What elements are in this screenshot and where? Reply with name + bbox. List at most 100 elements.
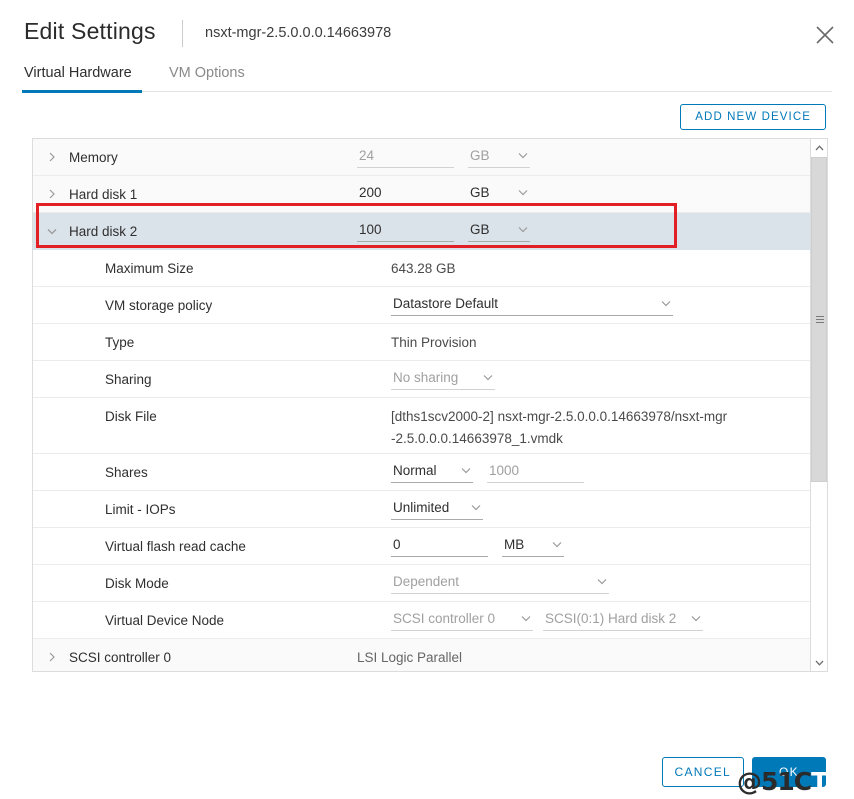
vm-storage-policy-select[interactable]: Datastore Default	[391, 294, 673, 316]
row-fields-vm-storage-policy: Datastore Default	[391, 294, 811, 316]
disk-mode-select[interactable]: Dependent	[391, 572, 609, 594]
maximum-size-value: 643.28 GB	[391, 260, 456, 276]
virtual-flash-read-cache-unit-select[interactable]: MB	[502, 535, 564, 557]
table-scrollbar[interactable]	[810, 139, 827, 671]
virtual-device-node-controller-value: SCSI controller 0	[393, 611, 496, 626]
row-fields-disk-file: [dths1scv2000-2] nsxt-mgr-2.5.0.0.0.1466…	[391, 406, 811, 450]
row-label-sharing: Sharing	[105, 371, 152, 387]
row-fields-shares: Normal 1000	[391, 461, 811, 483]
memory-unit-value: GB	[470, 148, 490, 163]
virtual-flash-read-cache-input[interactable]: 0	[391, 535, 488, 557]
shares-amount-input[interactable]: 1000	[487, 461, 584, 483]
chevron-down-icon	[518, 152, 528, 159]
vm-storage-policy-value: Datastore Default	[393, 296, 499, 311]
disk-file-value: [dths1scv2000-2] nsxt-mgr-2.5.0.0.0.1466…	[391, 409, 728, 446]
chevron-right-icon[interactable]	[47, 652, 69, 662]
virtual-hardware-table: Memory 24 GB Hard disk 1 200 GB Hard dis…	[32, 138, 828, 672]
table-row: Maximum Size 643.28 GB	[33, 250, 811, 287]
scsi-controller-0-value: LSI Logic Parallel	[357, 649, 463, 665]
row-fields-type: Thin Provision	[391, 335, 811, 350]
row-fields-hard-disk-2: 100 GB	[357, 220, 811, 242]
row-label-type: Type	[105, 334, 135, 350]
chevron-down-icon	[521, 615, 531, 622]
chevron-down-icon[interactable]	[47, 228, 69, 235]
page-title: Edit Settings	[24, 18, 156, 44]
row-label-disk-mode: Disk Mode	[105, 575, 169, 591]
tab-bar-rule	[22, 91, 832, 92]
limit-iops-value: Unlimited	[393, 500, 450, 515]
hard-disk-2-unit-select[interactable]: GB	[468, 220, 530, 242]
scroll-down-icon[interactable]	[811, 654, 827, 671]
table-row[interactable]: SCSI controller 0 LSI Logic Parallel	[33, 639, 811, 671]
chevron-down-icon	[471, 504, 481, 511]
row-label-virtual-device-node: Virtual Device Node	[105, 612, 225, 628]
row-label-hard-disk-1: Hard disk 1	[69, 186, 138, 202]
table-row[interactable]: VM storage policy Datastore Default	[33, 287, 811, 324]
chevron-down-icon	[691, 615, 701, 622]
row-label-hard-disk-2: Hard disk 2	[69, 223, 138, 239]
tab-vm-options[interactable]: VM Options	[169, 60, 245, 92]
chevron-down-icon	[483, 374, 493, 381]
table-row-selected[interactable]: Hard disk 2 100 GB	[33, 213, 811, 250]
hard-disk-1-size-input[interactable]: 200	[357, 183, 454, 205]
virtual-device-node-unit-value: SCSI(0:1) Hard disk 2	[545, 611, 677, 626]
hard-disk-1-unit-value: GB	[470, 185, 490, 200]
add-new-device-button[interactable]: ADD NEW DEVICE	[680, 104, 826, 130]
type-value: Thin Provision	[391, 334, 477, 350]
row-label-maximum-size: Maximum Size	[105, 260, 194, 276]
hard-disk-1-unit-select[interactable]: GB	[468, 183, 530, 205]
sharing-value: No sharing	[393, 370, 459, 385]
cancel-button[interactable]: CANCEL	[661, 757, 744, 787]
sharing-select[interactable]: No sharing	[391, 368, 495, 390]
shares-level-select[interactable]: Normal	[391, 461, 473, 483]
tab-bar: Virtual Hardware VM Options	[0, 60, 854, 93]
table-row[interactable]: Disk Mode Dependent	[33, 565, 811, 602]
chevron-down-icon	[597, 578, 607, 585]
table-row[interactable]: Shares Normal 1000	[33, 454, 811, 491]
table-row[interactable]: Limit - IOPs Unlimited	[33, 491, 811, 528]
virtual-device-node-controller-select[interactable]: SCSI controller 0	[391, 609, 533, 631]
row-fields-scsi-controller-0: LSI Logic Parallel	[357, 650, 811, 665]
limit-iops-select[interactable]: Unlimited	[391, 498, 483, 520]
title-divider	[182, 20, 183, 47]
row-fields-limit-iops: Unlimited	[391, 498, 811, 520]
disk-mode-value: Dependent	[393, 574, 460, 589]
tab-virtual-hardware[interactable]: Virtual Hardware	[24, 60, 132, 92]
dialog-header: Edit Settings nsxt-mgr-2.5.0.0.0.1466397…	[0, 0, 854, 62]
table-row[interactable]: Hard disk 1 200 GB	[33, 176, 811, 213]
table-row[interactable]: Virtual Device Node SCSI controller 0 SC…	[33, 602, 811, 639]
chevron-right-icon[interactable]	[47, 189, 69, 199]
vm-name-subtitle: nsxt-mgr-2.5.0.0.0.14663978	[205, 25, 392, 41]
row-fields-sharing: No sharing	[391, 368, 811, 390]
close-icon[interactable]	[812, 22, 838, 48]
hard-disk-2-size-input[interactable]: 100	[357, 220, 454, 242]
ok-button[interactable]: OK	[752, 757, 826, 787]
chevron-right-icon[interactable]	[47, 152, 69, 162]
table-row: Type Thin Provision	[33, 324, 811, 361]
scroll-up-icon[interactable]	[811, 139, 827, 156]
row-fields-hard-disk-1: 200 GB	[357, 183, 811, 205]
table-row[interactable]: Virtual flash read cache 0 MB	[33, 528, 811, 565]
table-row: Disk File [dths1scv2000-2] nsxt-mgr-2.5.…	[33, 398, 811, 454]
chevron-down-icon	[552, 541, 562, 548]
row-fields-disk-mode: Dependent	[391, 572, 811, 594]
row-fields-maximum-size: 643.28 GB	[391, 261, 811, 276]
scrollbar-thumb[interactable]	[811, 157, 827, 482]
row-fields-virtual-device-node: SCSI controller 0 SCSI(0:1) Hard disk 2	[391, 609, 811, 631]
memory-size-input[interactable]: 24	[357, 146, 454, 168]
hard-disk-2-unit-value: GB	[470, 222, 490, 237]
table-row[interactable]: Sharing No sharing	[33, 361, 811, 398]
edit-settings-dialog: Edit Settings nsxt-mgr-2.5.0.0.0.1466397…	[0, 0, 854, 799]
chevron-down-icon	[518, 189, 528, 196]
table-row[interactable]: Memory 24 GB	[33, 139, 811, 176]
row-label-memory: Memory	[69, 149, 118, 165]
shares-level-value: Normal	[393, 463, 437, 478]
virtual-device-node-unit-select[interactable]: SCSI(0:1) Hard disk 2	[543, 609, 703, 631]
virtual-flash-read-cache-unit-value: MB	[504, 537, 525, 552]
memory-unit-select[interactable]: GB	[468, 146, 530, 168]
row-fields-virtual-flash-read-cache: 0 MB	[391, 535, 811, 557]
chevron-down-icon	[461, 467, 471, 474]
row-label-disk-file: Disk File	[105, 409, 157, 424]
active-tab-indicator	[22, 90, 142, 93]
row-label-scsi-controller-0: SCSI controller 0	[69, 649, 172, 665]
